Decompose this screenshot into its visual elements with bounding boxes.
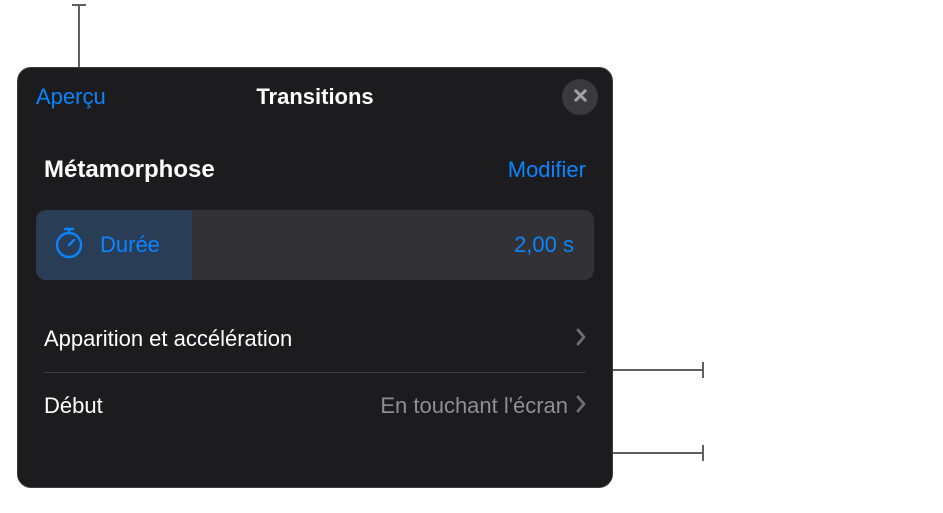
duration-value: 2,00 s	[514, 232, 574, 258]
callout-line	[702, 362, 704, 378]
callout-line	[598, 452, 703, 454]
callout-line	[702, 445, 704, 461]
start-label: Début	[44, 393, 103, 419]
chevron-right-icon	[576, 395, 586, 418]
callout-line	[72, 4, 86, 6]
close-icon	[573, 88, 588, 106]
duration-slider[interactable]: Durée 2,00 s	[36, 210, 594, 280]
callout-line	[598, 369, 703, 371]
start-value: En touchant l'écran	[380, 393, 568, 419]
modify-button[interactable]: Modifier	[508, 157, 586, 183]
easing-label: Apparition et accélération	[44, 326, 292, 352]
easing-row[interactable]: Apparition et accélération	[18, 306, 612, 372]
transition-name-row: Métamorphose Modifier	[18, 126, 612, 202]
popover-title: Transitions	[256, 84, 373, 110]
popover-header: Aperçu Transitions	[18, 68, 612, 126]
chevron-right-icon	[576, 328, 586, 351]
start-row[interactable]: Début En touchant l'écran	[18, 373, 612, 439]
stopwatch-icon	[52, 226, 86, 265]
transition-name: Métamorphose	[44, 156, 215, 184]
duration-label: Durée	[100, 232, 160, 258]
callout-line	[78, 5, 80, 67]
close-button[interactable]	[562, 79, 598, 115]
preview-button[interactable]: Aperçu	[36, 84, 106, 110]
duration-fill: Durée	[36, 210, 192, 280]
transitions-popover: Aperçu Transitions Métamorphose Modifier…	[17, 67, 613, 488]
